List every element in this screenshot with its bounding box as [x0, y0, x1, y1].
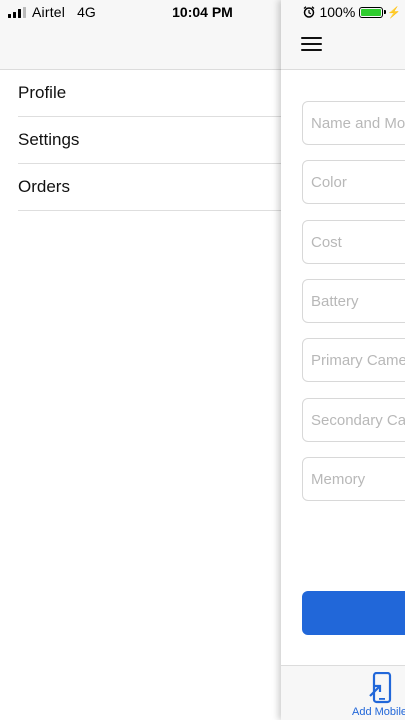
battery-input[interactable] — [302, 279, 405, 323]
alarm-icon — [304, 6, 315, 18]
status-left: Airtel 4G — [8, 4, 96, 20]
app-screen: Profile Settings Orders Name and Model C… — [0, 0, 405, 720]
carrier-name: Airtel — [32, 4, 66, 20]
drawer-item-label: Orders — [18, 177, 70, 196]
secondary-camera-input[interactable] — [302, 398, 405, 442]
drawer-item-settings[interactable]: Settings — [18, 117, 281, 164]
color-input[interactable] — [302, 160, 405, 204]
tab-add-mobile[interactable]: Add Mobile — [351, 672, 405, 720]
hamburger-menu-icon[interactable] — [301, 37, 322, 52]
status-right: 100% ⚡ — [303, 4, 401, 20]
status-bar: Airtel 4G 10:04 PM 100% ⚡ — [0, 0, 405, 24]
network-type: 4G — [77, 4, 96, 20]
charging-icon: ⚡ — [387, 6, 401, 19]
memory-input[interactable] — [302, 457, 405, 501]
drawer-menu: Profile Settings Orders — [18, 70, 281, 211]
drawer-item-label: Profile — [18, 83, 67, 102]
main-panel: Add Mobile — [281, 0, 405, 720]
battery-icon — [359, 6, 387, 18]
tab-add-mobile-label: Add Mobile — [352, 706, 405, 718]
add-phone-icon — [369, 672, 392, 704]
drawer-item-orders[interactable]: Orders — [18, 164, 281, 211]
submit-button[interactable] — [302, 591, 405, 635]
drawer-item-profile[interactable]: Profile — [18, 70, 281, 117]
primary-camera-input[interactable] — [302, 338, 405, 382]
cost-input[interactable] — [302, 220, 405, 264]
battery-percent: 100% — [319, 4, 356, 20]
signal-strength-icon — [8, 6, 26, 18]
tab-bar: Add Mobile — [281, 665, 405, 720]
name-model-input[interactable] — [302, 101, 405, 145]
drawer-item-label: Settings — [18, 130, 80, 149]
